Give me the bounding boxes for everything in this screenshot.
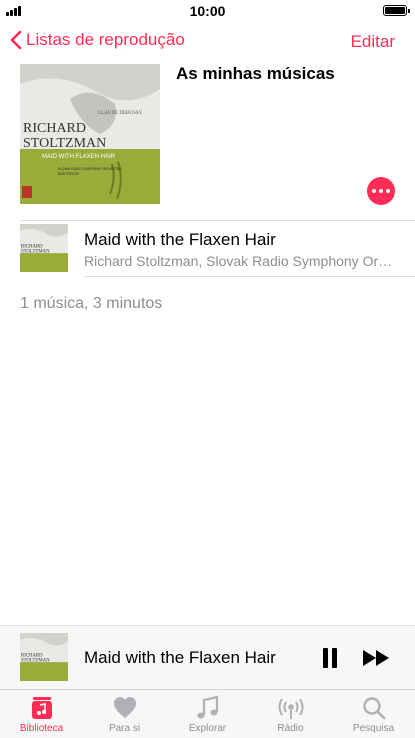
- artwork-artist-line1: RICHARD: [23, 121, 86, 136]
- artwork-artist-line2: STOLTZMAN: [23, 136, 106, 151]
- tab-label: Para si: [108, 723, 141, 734]
- pause-icon: [323, 648, 337, 668]
- library-icon: [31, 697, 52, 719]
- fast-forward-icon: [363, 650, 389, 666]
- edit-button[interactable]: Editar: [351, 32, 395, 52]
- tab-browse[interactable]: Explorar: [166, 690, 249, 738]
- song-artist: Richard Stoltzman, Slovak Radio Symphony…: [84, 253, 396, 269]
- back-button[interactable]: Listas de reprodução: [10, 30, 185, 50]
- status-bar: 10:00: [0, 0, 415, 22]
- more-options-button[interactable]: [367, 177, 395, 205]
- now-playing-title: Maid with the Flaxen Hair: [84, 648, 276, 667]
- status-time: 10:00: [189, 3, 226, 19]
- song-artwork: RICHARD STOLTZMAN: [20, 224, 68, 272]
- now-playing-artwork: RICHARD STOLTZMAN: [20, 633, 68, 681]
- radio-icon: [278, 698, 303, 719]
- tab-radio[interactable]: Rádio: [249, 690, 332, 738]
- tab-label: Rádio: [277, 723, 304, 734]
- chevron-left-icon: [10, 30, 22, 50]
- playlist-summary: 1 música, 3 minutos: [20, 295, 163, 312]
- tab-library[interactable]: Biblioteca: [0, 690, 83, 738]
- playlist-artwork: CLAUDE DEBUSSY RICHARD STOLTZMAN MAID WI…: [20, 64, 160, 204]
- navigation-bar: Listas de reprodução Editar: [0, 22, 415, 64]
- song-row[interactable]: RICHARD STOLTZMAN Maid with the Flaxen H…: [0, 221, 415, 277]
- ellipsis-dot: [372, 189, 376, 193]
- heart-icon: [113, 697, 136, 718]
- tab-label: Pesquisa: [352, 723, 395, 734]
- svg-text:STOLTZMAN: STOLTZMAN: [21, 249, 50, 254]
- divider: [84, 276, 415, 277]
- back-button-label: Listas de reprodução: [26, 30, 185, 49]
- next-track-button[interactable]: [362, 648, 392, 668]
- ellipsis-dot: [386, 189, 390, 193]
- playlist-title: As minhas músicas: [176, 64, 335, 83]
- artwork-credits-line2: BOB TREVOR: [58, 172, 80, 176]
- artwork-credits-line1: SLOVAK RADIO SYMPHONY ORCHESTRA: [58, 167, 122, 171]
- tab-bar: Biblioteca Para si Explorar Rádio Pesqui…: [0, 689, 415, 738]
- song-title: Maid with the Flaxen Hair: [84, 230, 276, 249]
- svg-text:STOLTZMAN: STOLTZMAN: [21, 658, 50, 663]
- tab-label: Biblioteca: [19, 723, 64, 734]
- tab-search[interactable]: Pesquisa: [332, 690, 415, 738]
- svg-text:RICHARD: RICHARD: [21, 653, 43, 658]
- pause-button[interactable]: [320, 647, 340, 669]
- search-icon: [362, 697, 385, 720]
- svg-text:RICHARD: RICHARD: [21, 244, 43, 249]
- tab-for-you[interactable]: Para si: [83, 690, 166, 738]
- tab-label: Explorar: [188, 723, 227, 734]
- ellipsis-dot: [379, 189, 383, 193]
- artwork-composer: CLAUDE DEBUSSY: [98, 111, 143, 116]
- music-note-icon: [197, 695, 218, 719]
- artwork-album: MAID WITH FLAXEN HAIR: [42, 154, 116, 160]
- mini-player[interactable]: RICHARD STOLTZMAN Maid with the Flaxen H…: [0, 625, 415, 689]
- battery-icon: [383, 5, 410, 16]
